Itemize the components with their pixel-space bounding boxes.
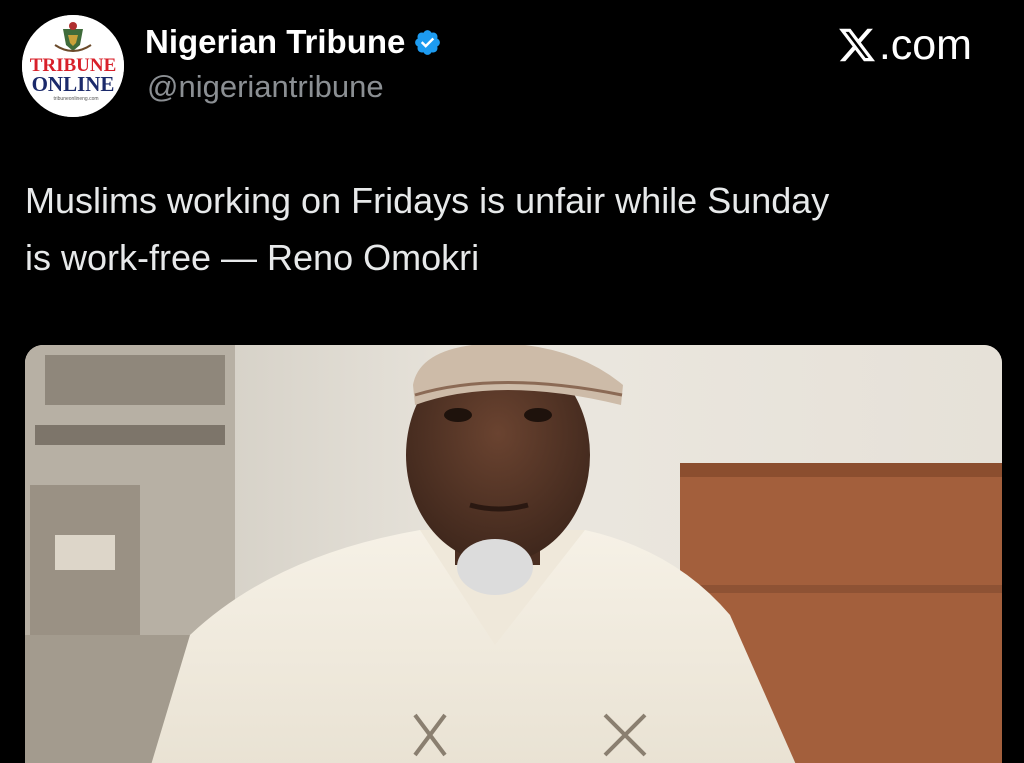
post-media-photo[interactable] <box>25 345 1002 763</box>
post-card: TRIBUNE ONLINE tribuneonlineng.com Niger… <box>0 0 1024 763</box>
logo-text-online: ONLINE <box>32 72 115 96</box>
author-name-row[interactable]: Nigerian Tribune <box>145 22 442 62</box>
x-logo-icon <box>837 25 877 65</box>
tribune-online-logo: TRIBUNE ONLINE tribuneonlineng.com <box>22 15 124 117</box>
post-text-line-2: is work-free — Reno Omokri <box>25 237 480 278</box>
verified-badge-icon <box>413 28 442 57</box>
author-handle[interactable]: @nigeriantribune <box>147 68 384 106</box>
post-text-line-1: Muslims working on Fridays is unfair whi… <box>25 180 830 221</box>
author-name[interactable]: Nigerian Tribune <box>145 22 405 62</box>
post-text: Muslims working on Fridays is unfair whi… <box>25 172 995 286</box>
logo-text-url: tribuneonlineng.com <box>53 96 98 102</box>
site-label[interactable]: .com <box>837 20 972 70</box>
portrait-photo <box>25 345 1002 763</box>
site-domain-text: .com <box>878 21 972 69</box>
author-avatar[interactable]: TRIBUNE ONLINE tribuneonlineng.com <box>22 15 124 117</box>
